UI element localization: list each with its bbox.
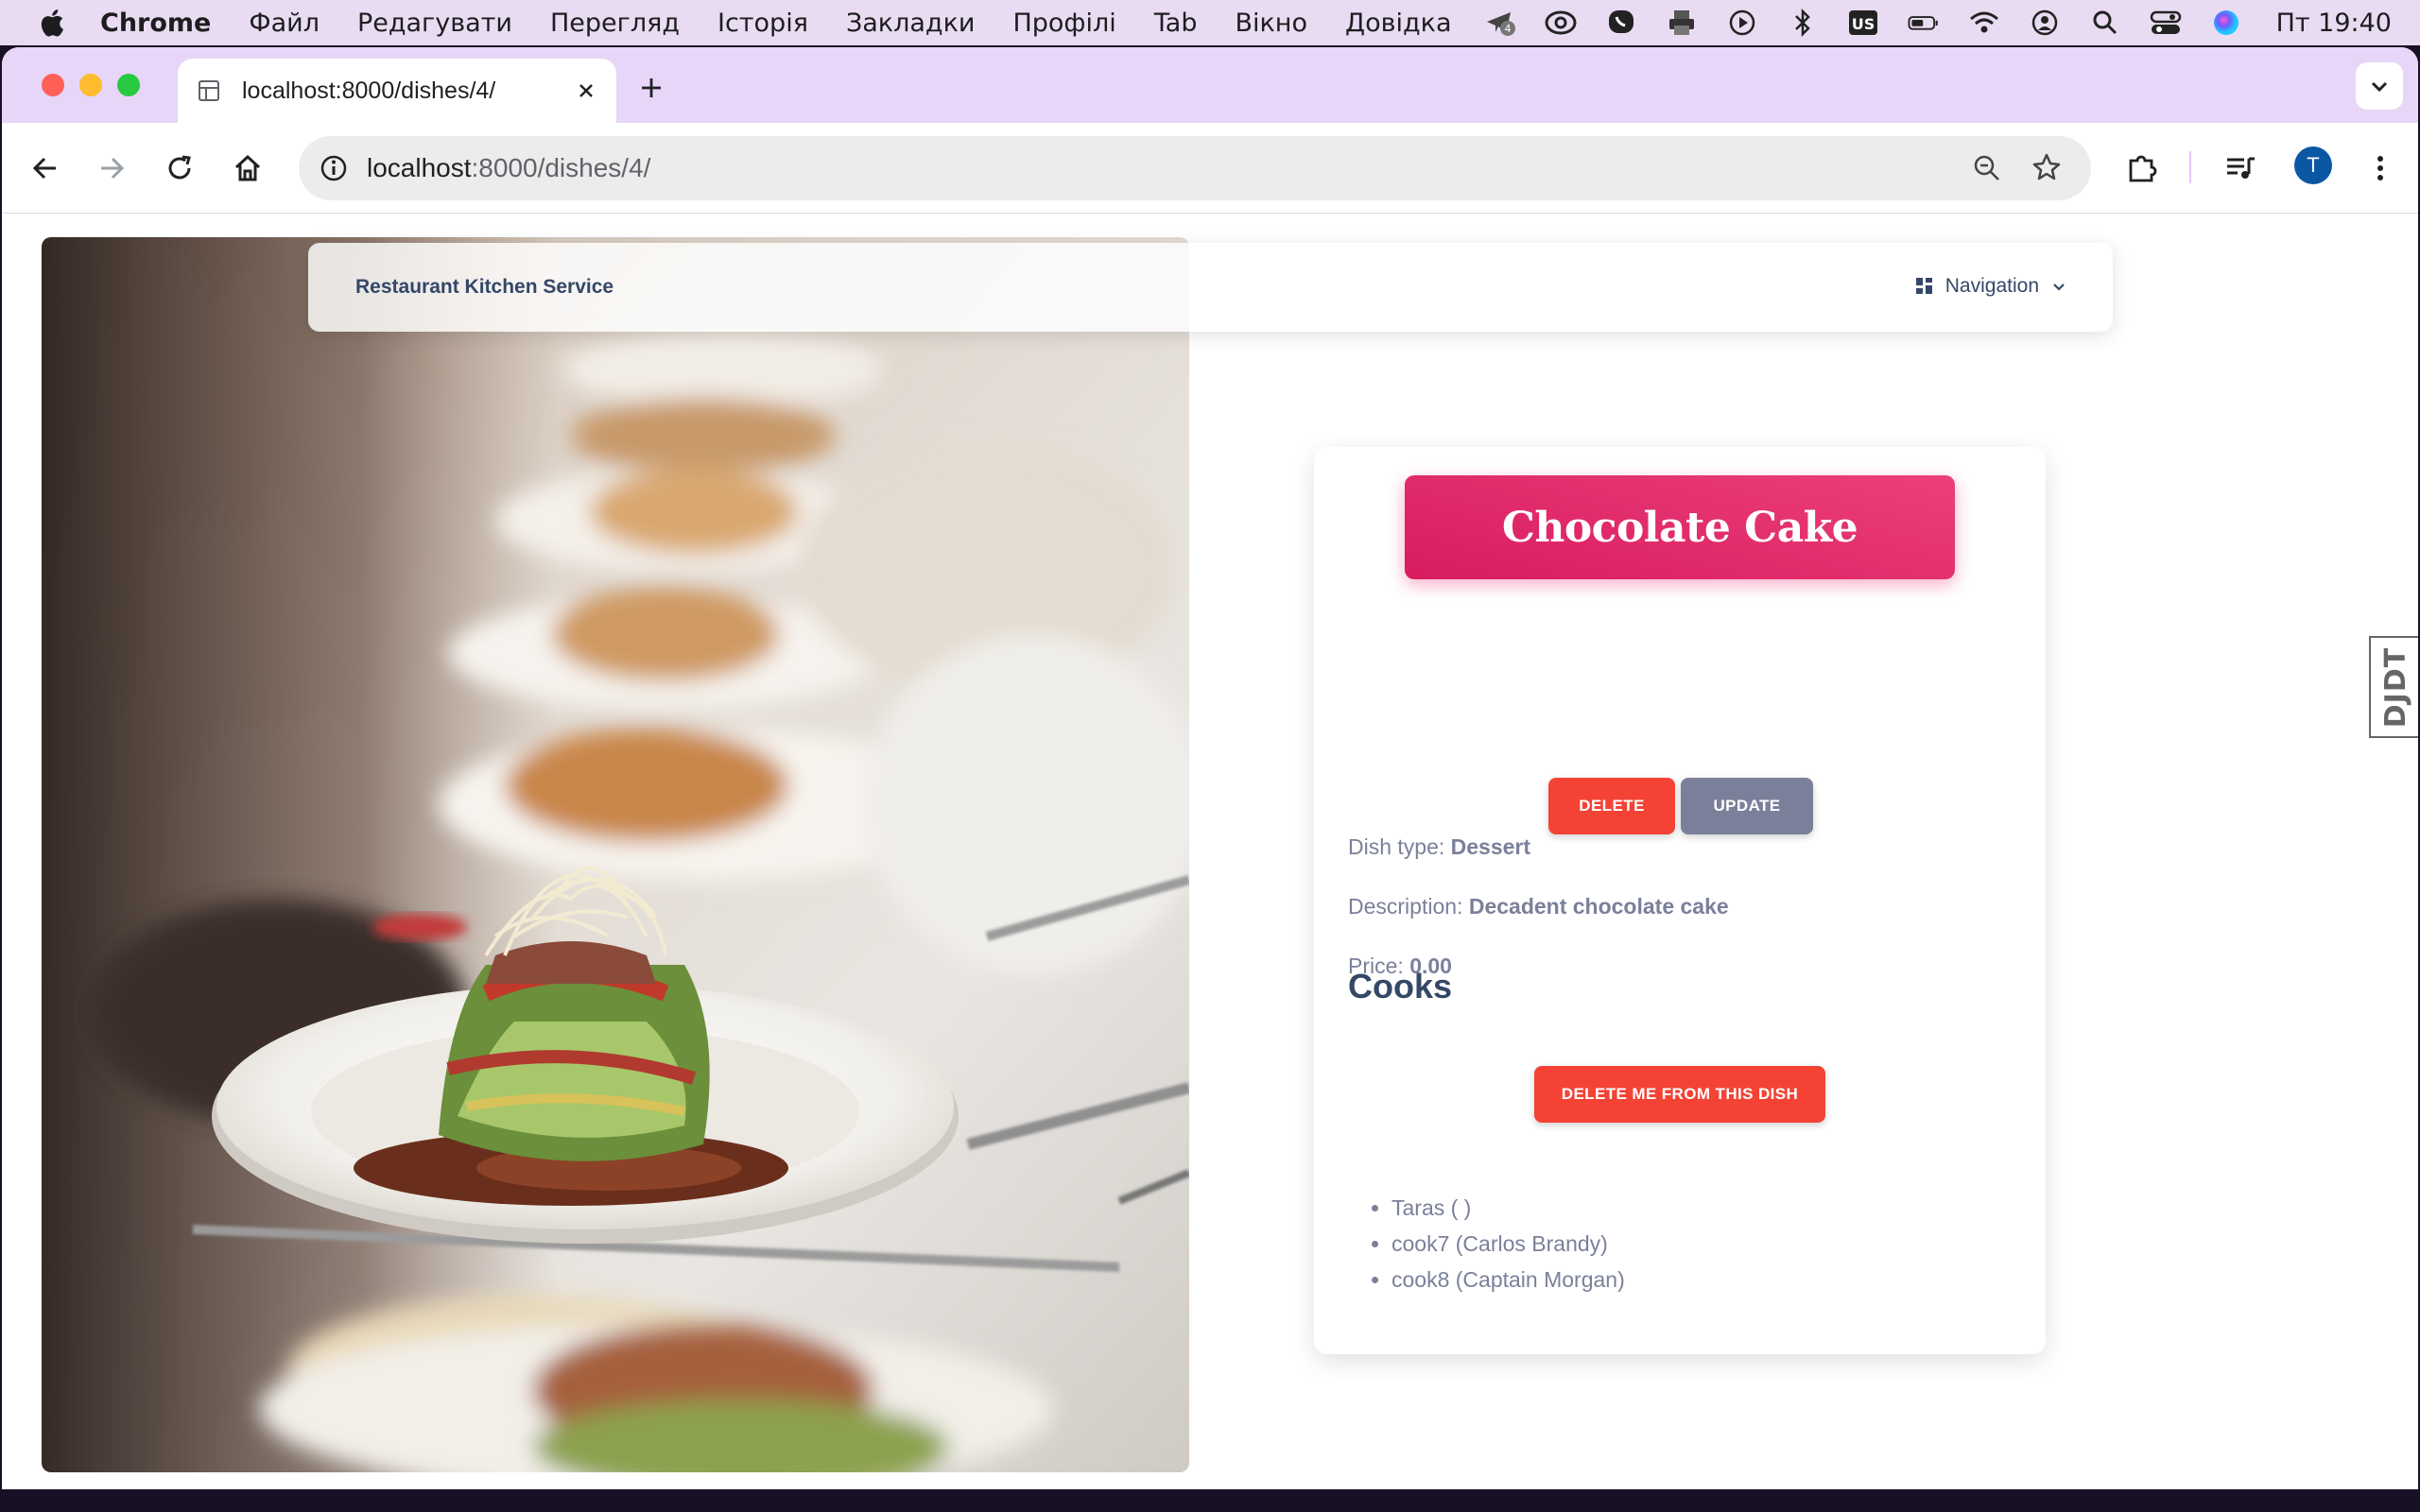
- menu-file[interactable]: Файл: [249, 9, 320, 38]
- dashboard-icon: [1915, 278, 1932, 294]
- restaurant-table-photo: [42, 237, 1189, 1472]
- cooks-list: Taras ( ) cook7 (Carlos Brandy) cook8 (C…: [1392, 1190, 1625, 1297]
- tab-search-button[interactable]: [2356, 62, 2403, 110]
- home-icon: [234, 154, 261, 181]
- delete-me-from-dish-button[interactable]: DELETE ME FROM THIS DISH: [1534, 1066, 1825, 1123]
- queue-music-icon: [2227, 157, 2255, 179]
- media-controls-button[interactable]: [2221, 149, 2259, 187]
- cooks-heading: Cooks: [1348, 967, 1453, 1005]
- dish-title: Chocolate Cake: [1501, 503, 1858, 552]
- back-button[interactable]: [26, 149, 64, 187]
- chrome-menu-button[interactable]: [2361, 149, 2399, 187]
- menu-edit[interactable]: Редагувати: [357, 9, 512, 38]
- siri-icon[interactable]: [2210, 9, 2242, 37]
- menubar-clock[interactable]: Пт 19:40: [2276, 9, 2392, 38]
- keyboard-layout-label: US: [1851, 15, 1875, 33]
- new-tab-icon[interactable]: [637, 74, 666, 102]
- description-field: Description: Decadent chocolate cake: [1348, 894, 1729, 919]
- navbar-brand[interactable]: Restaurant Kitchen Service: [355, 276, 614, 299]
- home-button[interactable]: [229, 149, 267, 187]
- menu-profiles[interactable]: Профілі: [1012, 9, 1115, 38]
- status-menus: 4 US Пт 19:40: [1484, 0, 2392, 45]
- control-center-icon[interactable]: [2150, 9, 2182, 37]
- battery-icon[interactable]: [1908, 9, 1940, 37]
- reload-button[interactable]: [161, 149, 199, 187]
- user-account-icon[interactable]: [2029, 9, 2061, 37]
- menu-window[interactable]: Вікно: [1235, 9, 1307, 38]
- more-vertical-icon: [2377, 156, 2383, 180]
- djdt-label: DJDT: [2379, 646, 2413, 728]
- tab-title: localhost:8000/dishes/4/: [242, 77, 496, 104]
- list-item: Taras ( ): [1392, 1190, 1625, 1226]
- menu-help[interactable]: Довідка: [1345, 9, 1452, 38]
- menu-view[interactable]: Перегляд: [550, 9, 680, 38]
- toolbar-separator: [2189, 151, 2191, 183]
- url-path: :8000/dishes/4/: [471, 153, 651, 182]
- tab-strip: localhost:8000/dishes/4/: [2, 47, 2418, 123]
- url-text[interactable]: localhost:8000/dishes/4/: [367, 153, 650, 183]
- menu-tab[interactable]: Tab: [1154, 9, 1198, 38]
- spotlight-search-icon[interactable]: [2089, 9, 2121, 37]
- close-tab-icon[interactable]: [573, 77, 599, 104]
- zoom-icon[interactable]: [1972, 153, 2002, 183]
- page-favicon-icon: [199, 80, 219, 101]
- chevron-down-icon: [2053, 284, 2065, 291]
- menu-bookmarks[interactable]: Закладки: [846, 9, 976, 38]
- browser-toolbar: localhost:8000/dishes/4/ T: [2, 123, 2418, 214]
- delete-button[interactable]: DELETE: [1548, 778, 1675, 834]
- menu-history[interactable]: Історія: [717, 9, 808, 38]
- django-debug-toolbar-handle[interactable]: DJDT: [2369, 636, 2418, 738]
- description-label: Description:: [1348, 894, 1463, 919]
- puzzle-icon: [2129, 155, 2157, 182]
- menu-app-name[interactable]: Chrome: [100, 9, 211, 38]
- window-close-button[interactable]: [42, 74, 64, 96]
- profile-avatar[interactable]: T: [2294, 146, 2332, 184]
- reload-icon: [168, 155, 191, 180]
- apple-logo-icon[interactable]: [36, 7, 66, 39]
- navigation-dropdown[interactable]: Navigation: [1915, 275, 2067, 298]
- address-bar[interactable]: localhost:8000/dishes/4/: [299, 136, 2091, 200]
- printer-icon[interactable]: [1666, 9, 1698, 37]
- window-minimize-button[interactable]: [79, 74, 102, 96]
- update-button[interactable]: UPDATE: [1681, 778, 1813, 834]
- forward-button[interactable]: [93, 149, 130, 187]
- hero-food-image: [42, 237, 1189, 1472]
- site-info-icon[interactable]: [318, 152, 350, 184]
- card-header: Chocolate Cake: [1405, 475, 1955, 579]
- window-zoom-button[interactable]: [117, 74, 140, 96]
- bookmark-star-icon[interactable]: [2031, 151, 2063, 183]
- dish-type-label: Dish type:: [1348, 834, 1445, 859]
- browser-tab-active[interactable]: localhost:8000/dishes/4/: [178, 59, 616, 123]
- dish-type-field: Dish type: Dessert: [1348, 834, 1530, 860]
- chevron-down-icon: [2371, 81, 2388, 93]
- extensions-button[interactable]: [2123, 149, 2161, 187]
- telegram-badge: 4: [1504, 23, 1511, 35]
- telegram-icon[interactable]: 4: [1484, 9, 1516, 37]
- navigation-label: Navigation: [1945, 275, 2039, 297]
- wifi-icon[interactable]: [1968, 9, 2000, 37]
- browser-window: localhost:8000/dishes/4/ localhost:8000/…: [2, 47, 2418, 1489]
- page-content: Restaurant Kitchen Service Navigation Ch…: [2, 215, 2418, 1489]
- creative-cloud-icon[interactable]: [1545, 9, 1577, 37]
- keyboard-layout-icon[interactable]: US: [1847, 9, 1879, 37]
- top-navbar: Restaurant Kitchen Service Navigation: [308, 243, 2113, 332]
- list-item: cook7 (Carlos Brandy): [1392, 1226, 1625, 1262]
- dish-detail-card: Chocolate Cake DELETE UPDATE Dish type: …: [1314, 447, 2046, 1354]
- arrow-right-icon: [101, 157, 125, 180]
- viber-icon[interactable]: [1605, 9, 1637, 37]
- play-icon[interactable]: [1726, 9, 1758, 37]
- arrow-left-icon: [32, 157, 56, 180]
- list-item: cook8 (Captain Morgan): [1392, 1262, 1625, 1297]
- description-value: Decadent chocolate cake: [1468, 894, 1729, 919]
- url-host: localhost: [367, 153, 472, 182]
- dish-type-value: Dessert: [1450, 834, 1531, 859]
- macos-menubar: Chrome Файл Редагувати Перегляд Історія …: [0, 0, 2420, 45]
- bluetooth-icon[interactable]: [1787, 9, 1819, 37]
